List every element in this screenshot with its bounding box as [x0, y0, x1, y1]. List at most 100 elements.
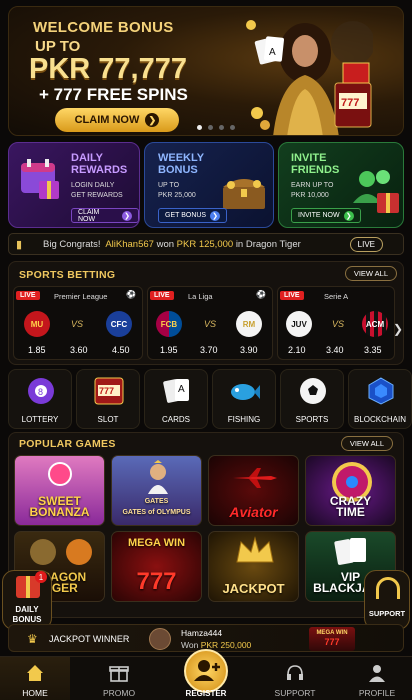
casino-hostess-illustration: A 777	[246, 20, 373, 135]
versus-label: VS	[204, 319, 217, 329]
category-lottery[interactable]: 8 LOTTERY	[8, 369, 72, 429]
fish-icon	[229, 375, 261, 407]
daily-bonus-button[interactable]: 1 DAILY BONUS	[2, 570, 52, 630]
arrow-right-icon: ❯	[343, 210, 354, 221]
games-view-all-button[interactable]: VIEW ALL	[340, 436, 393, 451]
game-title: SWEET BONANZA	[29, 494, 90, 519]
category-slot[interactable]: 777 SLOT	[76, 369, 140, 429]
carousel-dot[interactable]	[197, 125, 202, 130]
nav-register-button[interactable]: REGISTER	[174, 649, 238, 700]
nav-promo[interactable]: PROMO	[84, 657, 154, 700]
category-blockchain[interactable]: BLOCKCHAIN	[348, 369, 412, 429]
league-name: La Liga	[188, 292, 213, 301]
odds-home[interactable]: 1.95	[160, 345, 178, 355]
game-tile-crazy-time[interactable]: CRAZY TIME	[305, 455, 396, 526]
blockchain-icon	[365, 375, 397, 407]
treasure-chest-icon	[223, 179, 265, 209]
welcome-bonus-banner[interactable]: WELCOME BONUS UP TO PKR 77,777 + 777 FRE…	[8, 6, 404, 136]
real-madrid-crest: RM	[236, 311, 262, 337]
ticker-message: Big Congrats! AliKhan567 won PKR 125,000…	[43, 238, 301, 250]
daily-rewards-desc: LOGIN DAILY GET REWARDS	[71, 182, 123, 199]
support-label: SUPPORT	[368, 609, 406, 618]
arrow-right-icon: ❯	[210, 210, 221, 221]
category-label: SLOT	[97, 415, 119, 424]
odds-away[interactable]: 3.90	[240, 345, 258, 355]
claim-now-button[interactable]: CLAIM NOW ❯	[55, 108, 179, 132]
versus-label: VS	[332, 319, 345, 329]
lollipop-icon	[48, 462, 72, 486]
section-title: SPORTS BETTING	[19, 269, 116, 281]
user-icon	[367, 663, 387, 683]
nav-label: HOME	[22, 688, 48, 698]
game-title: CRAZY TIME	[329, 494, 372, 519]
daily-rewards-card[interactable]: DAILY REWARDS LOGIN DAILY GET REWARDS CLAI…	[8, 142, 140, 228]
category-bar: 8 LOTTERY 777 SLOT A CARDS FISHING SPORT…	[8, 369, 412, 429]
match-card[interactable]: LIVE Premier League ⚽ MU VS CFC 1.85 3.6…	[13, 286, 143, 360]
invite-friends-card[interactable]: INVITE FRIENDS EARN UP TO PKR 10,000 INVIT…	[278, 142, 404, 228]
odds-home[interactable]: 2.10	[288, 345, 306, 355]
claim-now-label: CLAIM NOW	[74, 114, 140, 126]
odds-draw[interactable]: 3.70	[200, 345, 218, 355]
soccer-ball-icon: ⚽	[256, 290, 266, 299]
odds-away[interactable]: 4.50	[112, 345, 130, 355]
league-name: Serie A	[324, 292, 349, 301]
live-button[interactable]: LIVE	[349, 237, 383, 252]
weekly-bonus-title: WEEKLY BONUS	[158, 152, 205, 176]
odds-home[interactable]: 1.85	[28, 345, 46, 355]
hero-free-spins: + 777 FREE SPINS	[39, 85, 188, 104]
add-user-icon	[184, 649, 228, 693]
odds-draw[interactable]: 3.40	[326, 345, 344, 355]
sports-betting-section: SPORTS BETTING VIEW ALL LIVE Premier Lea…	[8, 261, 404, 365]
carousel-dots[interactable]	[197, 125, 235, 130]
odds-away[interactable]: 3.35	[364, 345, 382, 355]
live-badge: LIVE	[16, 291, 40, 300]
category-label: SPORTS	[295, 415, 329, 424]
popular-games-section: POPULAR GAMES VIEW ALL SWEET BONANZA GATE…	[8, 432, 404, 618]
game-tile-jackpot[interactable]: JACKPOT	[208, 531, 299, 602]
winning-game-thumbnail[interactable]: MEGA WIN 777	[309, 627, 355, 651]
invite-now-button[interactable]: INVITE NOW ❯	[291, 208, 361, 223]
category-cards[interactable]: A CARDS	[144, 369, 208, 429]
daily-claim-button[interactable]: CLAIM NOW ❯	[71, 208, 139, 223]
carousel-dot[interactable]	[219, 125, 224, 130]
nav-home[interactable]: HOME	[0, 657, 70, 700]
ac-milan-crest: ACM	[362, 311, 388, 337]
game-title: GATES GATES of OLYMPUS	[122, 498, 191, 516]
headset-icon	[376, 577, 400, 599]
playing-cards-icon: A	[161, 375, 193, 407]
svg-text:A: A	[269, 47, 276, 58]
game-tile-sweet-bonanza[interactable]: SWEET BONANZA	[14, 455, 105, 526]
game-tile-gates-of-olympus[interactable]: GATES GATES of OLYMPUS	[111, 455, 202, 526]
bottom-navigation: HOME PROMO REGISTER SUPPORT PROFILE	[0, 649, 412, 700]
carousel-dot[interactable]	[208, 125, 213, 130]
nav-support[interactable]: SUPPORT	[260, 657, 330, 700]
hero-amount: PKR 77,777	[29, 53, 187, 85]
odds-draw[interactable]: 3.60	[70, 345, 88, 355]
chevron-right-icon[interactable]: ❯	[393, 322, 403, 336]
category-fishing[interactable]: FISHING	[212, 369, 276, 429]
game-tile-mega-win-777[interactable]: MEGA WIN 777	[111, 531, 202, 602]
category-label: CARDS	[161, 415, 190, 424]
category-sports[interactable]: SPORTS	[280, 369, 344, 429]
blackjack-cards-icon	[334, 538, 366, 565]
winner-name: Hamza444	[181, 628, 223, 638]
game-title: Aviator	[229, 504, 278, 520]
category-label: LOTTERY	[21, 415, 59, 424]
carousel-dot[interactable]	[230, 125, 235, 130]
get-bonus-button[interactable]: GET BONUS ❯	[158, 208, 228, 223]
game-title-top: MEGA WIN	[127, 537, 186, 549]
svg-text:A: A	[178, 384, 185, 395]
slot-machine-icon: 777	[93, 375, 125, 407]
barcelona-crest: FCB	[156, 311, 182, 337]
match-card[interactable]: LIVE La Liga ⚽ FCB VS RM 1.95 3.70 3.90	[147, 286, 273, 360]
game-tile-aviator[interactable]: Aviator	[208, 455, 299, 526]
sports-view-all-button[interactable]: VIEW ALL	[344, 266, 397, 281]
match-card[interactable]: LIVE Serie A JUV VS ACM 2.10 3.40 3.35	[277, 286, 395, 360]
svg-text:777: 777	[341, 97, 359, 109]
winner-ticker: ▮ Big Congrats! AliKhan567 won PKR 125,0…	[8, 233, 404, 255]
nav-profile[interactable]: PROFILE	[342, 657, 412, 700]
support-float-button[interactable]: SUPPORT	[364, 570, 410, 630]
weekly-bonus-card[interactable]: WEEKLY BONUS UP TO PKR 25,000 GET BONUS ❯	[144, 142, 274, 228]
trophy-icon: ♛	[27, 632, 38, 646]
svg-text:8: 8	[38, 387, 43, 397]
